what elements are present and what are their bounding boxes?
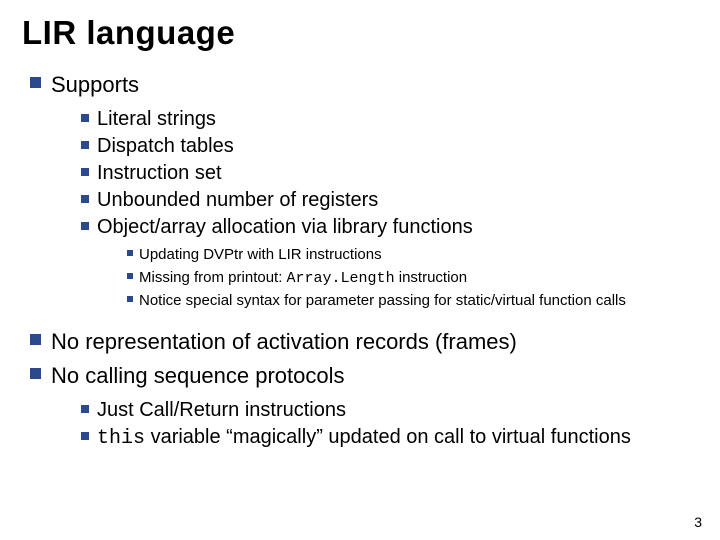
- item-text: instruction: [395, 269, 468, 286]
- bullet-list-level2: Literal strings Dispatch tables Instruct…: [81, 108, 698, 317]
- item-text: Updating DVPtr with LIR instructions: [139, 246, 382, 263]
- item-text: No representation of activation records …: [51, 329, 517, 354]
- item-this-variable: this variable “magically” updated on cal…: [81, 426, 698, 450]
- item-text: Instruction set: [97, 162, 222, 184]
- item-call-return: Just Call/Return instructions: [81, 399, 698, 422]
- item-missing-printout: Missing from printout: Array.Length inst…: [127, 268, 698, 289]
- item-text: Literal strings: [97, 108, 216, 130]
- square-bullet-icon: [81, 168, 89, 176]
- item-no-calling-protocols: No calling sequence protocols Just Call/…: [30, 363, 698, 454]
- item-text: Unbounded number of registers: [97, 189, 378, 211]
- code-text: this: [97, 427, 145, 450]
- slide-title: LIR language: [22, 14, 698, 52]
- item-text: Object/array allocation via library func…: [97, 216, 473, 238]
- item-literal-strings: Literal strings: [81, 108, 698, 131]
- item-unbounded-registers: Unbounded number of registers: [81, 189, 698, 212]
- square-bullet-icon: [127, 250, 133, 256]
- item-object-allocation: Object/array allocation via library func…: [81, 216, 698, 317]
- item-supports: Supports Literal strings Dispatch tables…: [30, 72, 698, 321]
- bullet-list-level1: Supports Literal strings Dispatch tables…: [30, 72, 698, 454]
- code-text: Array.Length: [287, 270, 395, 287]
- square-bullet-icon: [81, 114, 89, 122]
- square-bullet-icon: [127, 296, 133, 302]
- item-special-syntax: Notice special syntax for parameter pass…: [127, 291, 698, 311]
- square-bullet-icon: [81, 195, 89, 203]
- item-text: Just Call/Return instructions: [97, 399, 346, 421]
- item-instruction-set: Instruction set: [81, 162, 698, 185]
- bullet-list-level2: Just Call/Return instructions this varia…: [81, 399, 698, 450]
- item-text: Notice special syntax for parameter pass…: [139, 292, 626, 309]
- square-bullet-icon: [81, 141, 89, 149]
- square-bullet-icon: [30, 77, 41, 88]
- square-bullet-icon: [127, 273, 133, 279]
- square-bullet-icon: [81, 432, 89, 440]
- item-dispatch-tables: Dispatch tables: [81, 135, 698, 158]
- bullet-list-level3: Updating DVPtr with LIR instructions Mis…: [127, 245, 698, 311]
- square-bullet-icon: [30, 368, 41, 379]
- item-text: variable “magically” updated on call to …: [145, 426, 631, 448]
- square-bullet-icon: [81, 222, 89, 230]
- square-bullet-icon: [30, 334, 41, 345]
- item-updating-dvptr: Updating DVPtr with LIR instructions: [127, 245, 698, 265]
- item-no-activation-records: No representation of activation records …: [30, 329, 698, 355]
- item-text: Supports: [51, 72, 139, 97]
- slide-number: 3: [694, 514, 702, 530]
- item-text: No calling sequence protocols: [51, 363, 345, 388]
- square-bullet-icon: [81, 405, 89, 413]
- item-text: Dispatch tables: [97, 135, 234, 157]
- item-text: Missing from printout:: [139, 269, 287, 286]
